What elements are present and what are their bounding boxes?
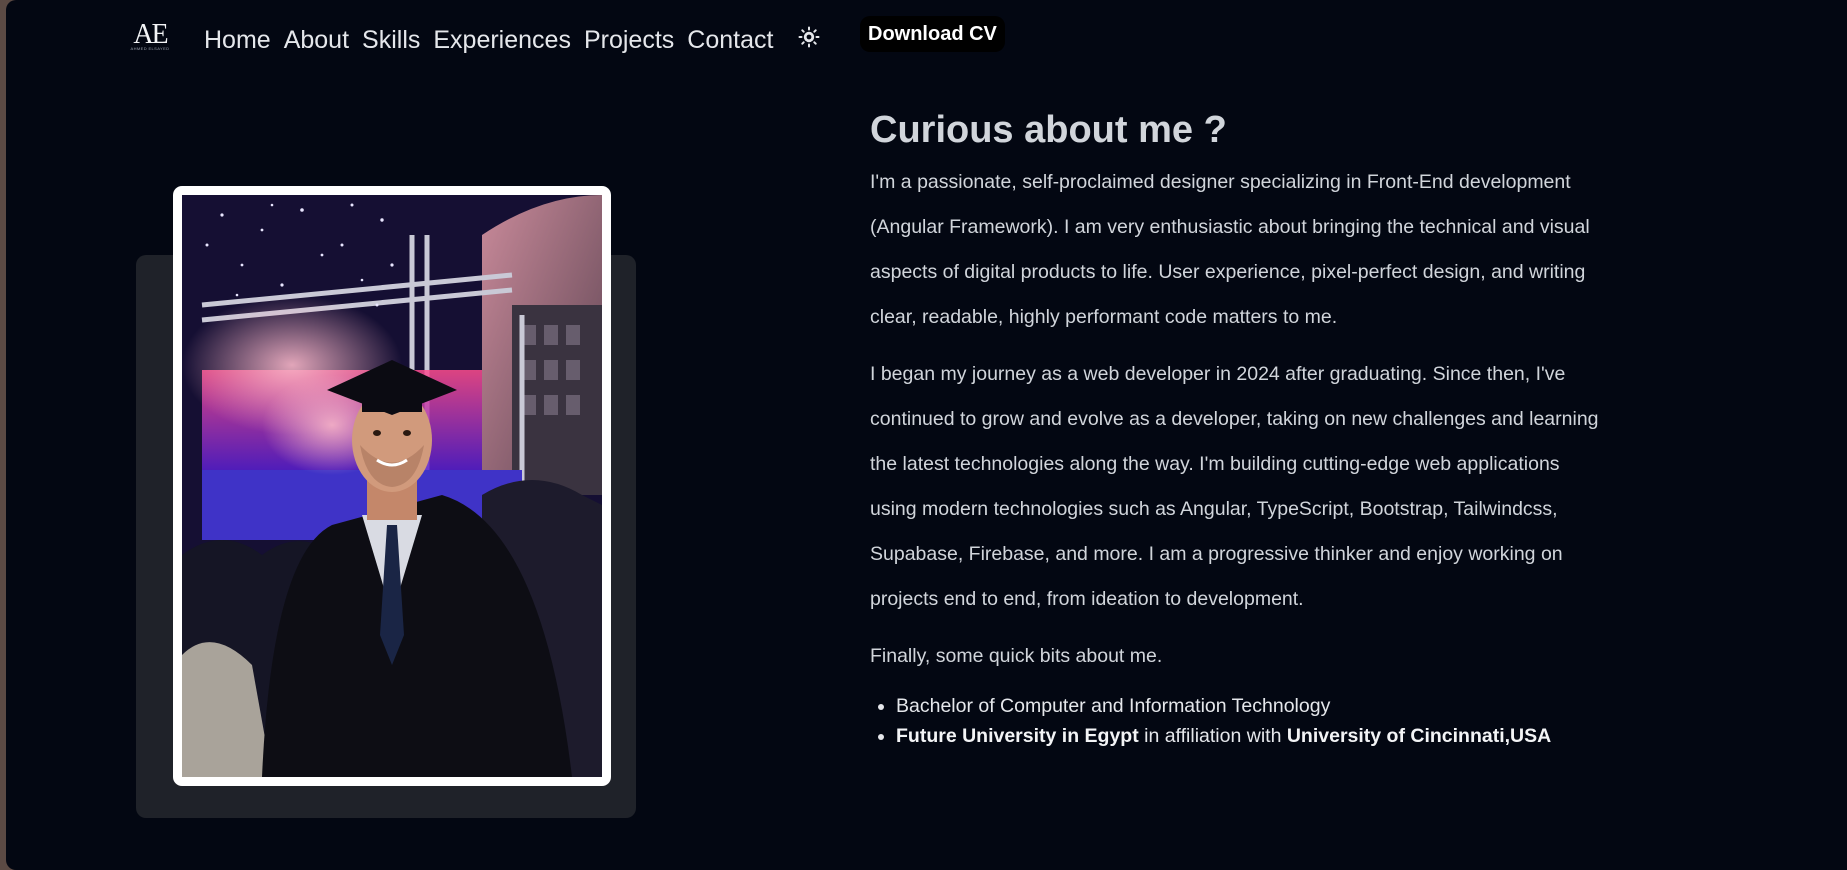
nav-link-about[interactable]: About <box>284 22 349 58</box>
affiliated-university-name: University of Cincinnati,USA <box>1286 725 1552 747</box>
nav-links: Home About Skills Experiences Projects C… <box>204 22 773 58</box>
profile-photo <box>182 195 602 777</box>
top-nav: AE AHMED ELSAYED Home About Skills Exper… <box>6 0 1847 80</box>
nav-link-experiences[interactable]: Experiences <box>433 22 571 58</box>
nav-link-contact[interactable]: Contact <box>687 22 773 58</box>
logo-mark: AE <box>133 19 168 50</box>
download-cv-button[interactable]: Download CV <box>860 16 1005 52</box>
nav-link-home[interactable]: Home <box>204 22 271 58</box>
graduation-photo-illustration <box>182 195 602 777</box>
university-name: Future University in Egypt <box>896 725 1139 747</box>
about-paragraph-bits: Finally, some quick bits about me. <box>870 645 1163 667</box>
about-section: Curious about me ? I'm a passionate, sel… <box>870 100 1610 751</box>
about-bullet-list: Bachelor of Computer and Information Tec… <box>870 691 1610 751</box>
logo-subtext: AHMED ELSAYED <box>130 46 170 51</box>
page: AE AHMED ELSAYED Home About Skills Exper… <box>6 0 1847 870</box>
about-paragraph-intro: I'm a passionate, self-proclaimed design… <box>870 171 1590 328</box>
nav-link-skills[interactable]: Skills <box>362 22 420 58</box>
nav-link-projects[interactable]: Projects <box>584 22 674 58</box>
list-item: Bachelor of Computer and Information Tec… <box>896 691 1610 721</box>
about-paragraph-journey: I began my journey as a web developer in… <box>870 363 1599 610</box>
degree-text: Bachelor of Computer and Information Tec… <box>896 695 1331 717</box>
about-heading: Curious about me ? <box>870 109 1227 151</box>
affiliation-text: in affiliation with <box>1138 725 1287 747</box>
list-item: Future University in Egypt in affiliatio… <box>896 721 1610 751</box>
site-logo[interactable]: AE AHMED ELSAYED <box>126 19 174 54</box>
sun-icon[interactable] <box>796 24 822 50</box>
profile-photo-frame <box>173 186 611 786</box>
